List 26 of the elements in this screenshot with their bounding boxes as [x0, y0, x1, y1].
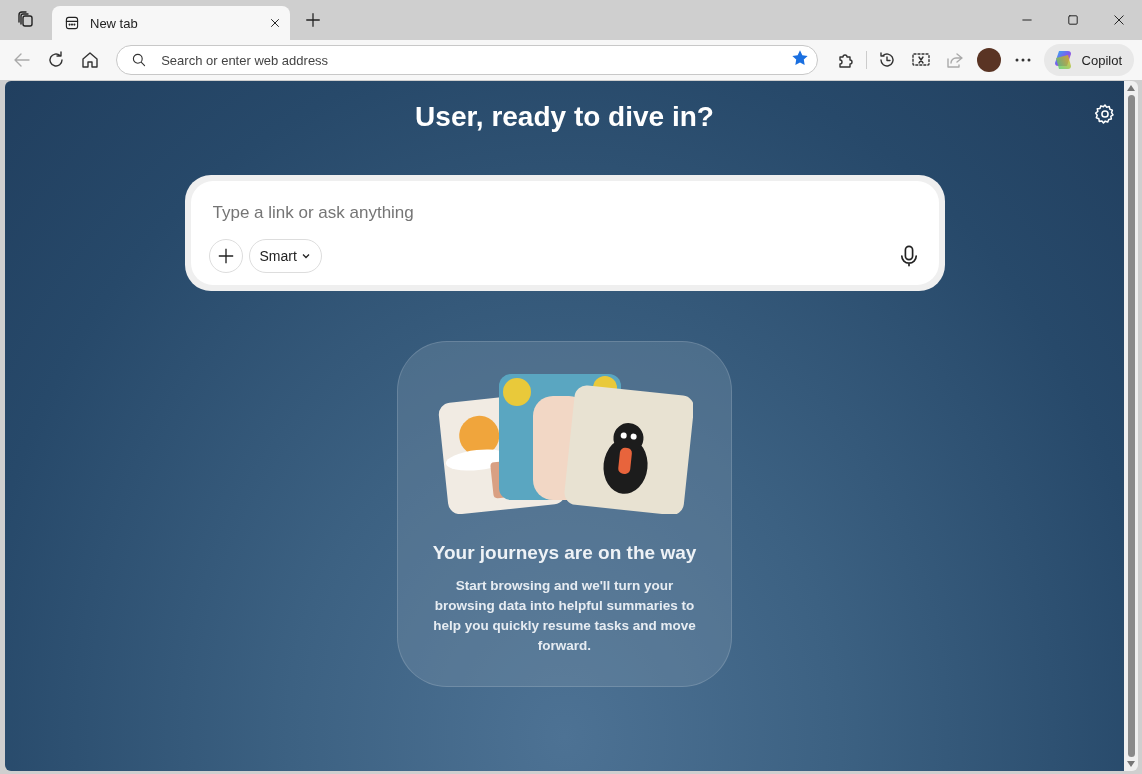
card-title: Your journeys are on the way [432, 542, 697, 564]
scroll-down-icon[interactable] [1127, 761, 1135, 767]
plus-icon [216, 247, 235, 265]
close-icon[interactable] [268, 16, 282, 30]
address-field[interactable]: Search or enter web address [159, 51, 780, 69]
home-icon[interactable] [80, 50, 101, 70]
chevron-down-icon [300, 251, 311, 261]
profile-avatar[interactable] [977, 48, 1002, 72]
address-bar[interactable]: Search or enter web address [116, 45, 819, 75]
search-icon [131, 52, 148, 68]
browser-tab[interactable]: New tab [52, 6, 290, 40]
scrollbar[interactable] [1124, 81, 1138, 771]
new-tab-icon[interactable] [304, 11, 322, 29]
add-button[interactable] [208, 239, 243, 273]
star-icon[interactable] [791, 49, 810, 67]
prompt-box[interactable]: Type a link or ask anything Smart [184, 175, 945, 291]
page-heading: User, ready to dive in? [415, 101, 714, 133]
copilot-button[interactable]: Copilot [1043, 44, 1134, 76]
scroll-up-icon[interactable] [1127, 85, 1135, 91]
card-description: Start browsing and we'll turn your browsing data into helpful summaries to help you quickly resume tasks and move forward. [432, 577, 697, 655]
mode-dropdown[interactable]: Smart [248, 239, 322, 273]
maximize-icon[interactable] [1066, 13, 1080, 27]
close-icon[interactable] [1112, 13, 1126, 27]
settings-icon[interactable] [1094, 103, 1116, 125]
page-icon [64, 15, 80, 31]
tab-actions-icon[interactable] [16, 10, 36, 30]
